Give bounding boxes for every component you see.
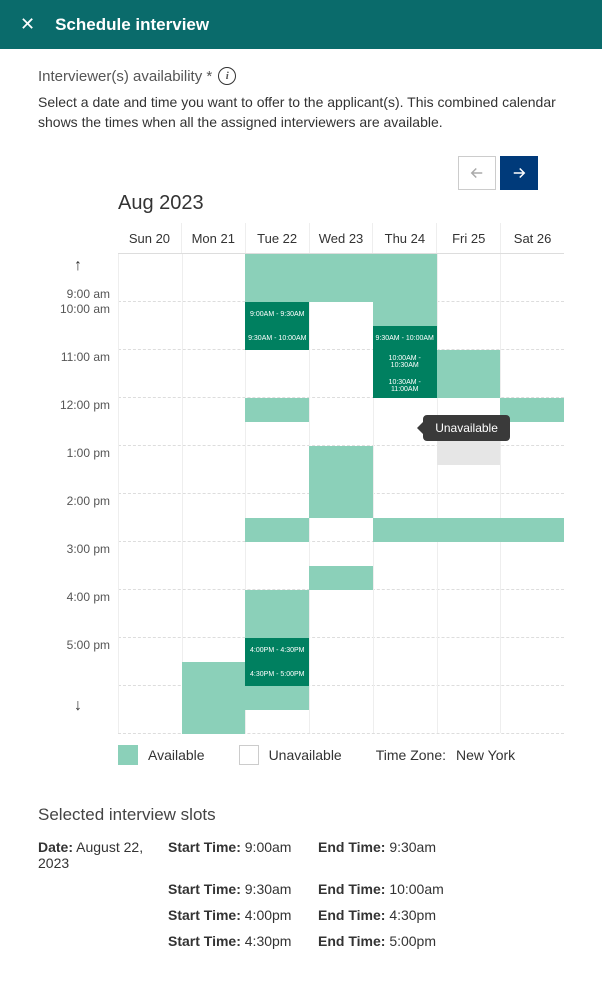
legend-available-box	[118, 745, 138, 765]
available-slot[interactable]	[309, 254, 373, 302]
next-week-button[interactable]	[500, 156, 538, 190]
calendar-grid: ↑ 9:00 am10:00 am11:00 am12:00 pm1:00 pm…	[38, 223, 564, 733]
time-label: 12:00 pm	[38, 381, 118, 429]
selected-slots-table: Date: August 22, 2023Start Time: 9:00amE…	[38, 839, 564, 949]
available-slot[interactable]	[500, 518, 564, 542]
day-header: Fri 25	[436, 223, 500, 253]
start-time-label: Start Time:	[168, 933, 241, 949]
availability-grid[interactable]: 9:00AM - 9:30AM9:30AM - 10:00AM9:30AM - …	[118, 253, 564, 733]
available-slot[interactable]	[245, 518, 309, 542]
day-headers: Sun 20Mon 21Tue 22Wed 23Thu 24Fri 25Sat …	[118, 223, 564, 253]
selected-slot[interactable]: 4:30PM - 5:00PM	[245, 662, 309, 686]
availability-description: Select a date and time you want to offer…	[38, 93, 564, 132]
time-label: 11:00 am	[38, 333, 118, 381]
time-label: 10:00 am	[38, 285, 118, 333]
selected-slot[interactable]: 10:00AM - 10:30AM	[373, 350, 437, 374]
end-time-value: 4:30pm	[389, 907, 436, 923]
prev-week-button[interactable]	[458, 156, 496, 190]
time-label: 1:00 pm	[38, 429, 118, 477]
available-slot[interactable]	[309, 566, 373, 590]
start-time-label: Start Time:	[168, 839, 241, 855]
selected-slot[interactable]: 9:30AM - 10:00AM	[245, 326, 309, 350]
selected-slot[interactable]: 10:30AM - 11:00AM	[373, 374, 437, 398]
selected-slots-section: Selected interview slots Date: August 22…	[38, 805, 564, 949]
start-time-label: Start Time:	[168, 881, 241, 897]
time-label: 3:00 pm	[38, 525, 118, 573]
calendar-nav	[38, 156, 564, 190]
available-slot[interactable]	[437, 518, 501, 542]
selected-slot-row: Date: August 22, 2023Start Time: 9:00amE…	[38, 839, 564, 871]
modal-header: ✕ Schedule interview	[0, 0, 602, 49]
legend-timezone-value: New York	[456, 747, 515, 763]
day-header: Sat 26	[500, 223, 564, 253]
end-time-label: End Time:	[318, 839, 385, 855]
start-time-label: Start Time:	[168, 907, 241, 923]
available-slot[interactable]	[245, 398, 309, 422]
scroll-up-icon[interactable]: ↑	[38, 253, 118, 279]
selected-slot[interactable]: 9:00AM - 9:30AM	[245, 302, 309, 326]
selected-slot[interactable]: 9:30AM - 10:00AM	[373, 326, 437, 350]
available-slot[interactable]	[309, 446, 373, 518]
availability-header: Interviewer(s) availability * i	[38, 67, 564, 85]
info-icon[interactable]: i	[218, 67, 236, 85]
available-slot[interactable]	[437, 350, 501, 398]
start-time-value: 4:30pm	[245, 933, 292, 949]
end-time-label: End Time:	[318, 907, 385, 923]
end-time-label: End Time:	[318, 933, 385, 949]
day-header: Mon 21	[181, 223, 245, 253]
legend-unavailable-label: Unavailable	[269, 747, 342, 763]
month-label: Aug 2023	[118, 192, 564, 215]
end-time-label: End Time:	[318, 881, 385, 897]
start-time-value: 9:30am	[245, 881, 292, 897]
day-header: Sun 20	[118, 223, 181, 253]
day-header: Wed 23	[309, 223, 373, 253]
day-header: Tue 22	[245, 223, 309, 253]
modal-title: Schedule interview	[55, 15, 209, 35]
close-icon[interactable]: ✕	[20, 14, 35, 35]
start-time-value: 4:00pm	[245, 907, 292, 923]
selected-slot[interactable]: 4:00PM - 4:30PM	[245, 638, 309, 662]
availability-label: Interviewer(s) availability *	[38, 68, 212, 85]
selected-slot-row: Start Time: 4:00pm End Time: 4:30pm	[38, 907, 564, 923]
selected-slots-title: Selected interview slots	[38, 805, 564, 825]
start-time-value: 9:00am	[245, 839, 292, 855]
selected-slot-row: Start Time: 9:30am End Time: 10:00am	[38, 881, 564, 897]
legend-available-label: Available	[148, 747, 205, 763]
end-time-value: 10:00am	[389, 881, 443, 897]
tooltip: Unavailable	[423, 415, 510, 441]
time-label: 4:00 pm	[38, 573, 118, 621]
end-time-value: 5:00pm	[389, 933, 436, 949]
available-slot[interactable]	[373, 518, 437, 542]
modal-content: Interviewer(s) availability * i Select a…	[0, 49, 602, 983]
time-column: ↑ 9:00 am10:00 am11:00 am12:00 pm1:00 pm…	[38, 223, 118, 733]
available-slot[interactable]	[182, 662, 246, 734]
day-header: Thu 24	[372, 223, 436, 253]
end-time-value: 9:30am	[389, 839, 436, 855]
time-label: 5:00 pm	[38, 621, 118, 669]
time-label: 2:00 pm	[38, 477, 118, 525]
legend: Available Unavailable Time Zone: New Yor…	[118, 745, 564, 765]
legend-unavailable-box	[239, 745, 259, 765]
selected-slot-row: Start Time: 4:30pm End Time: 5:00pm	[38, 933, 564, 949]
scroll-down-icon[interactable]: ↓	[38, 693, 118, 719]
date-label: Date:	[38, 839, 73, 855]
legend-timezone-label: Time Zone:	[376, 747, 446, 763]
